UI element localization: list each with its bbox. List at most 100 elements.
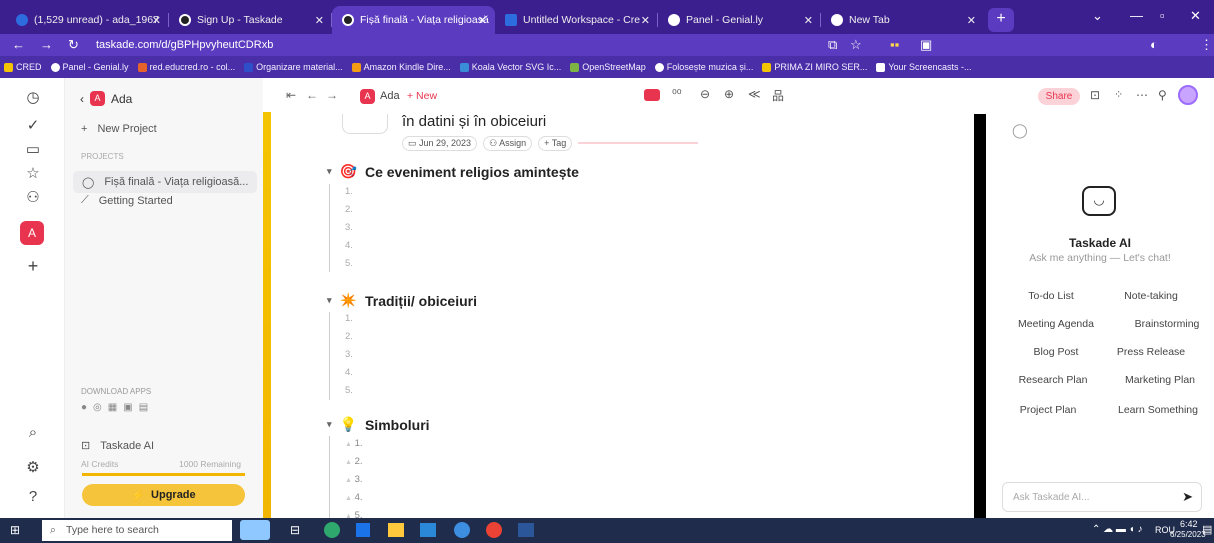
ai-prompt-chip[interactable]: To-do List	[1006, 290, 1096, 302]
collapse-caret-icon[interactable]: ▾	[327, 419, 332, 430]
list-item[interactable]: ▲ 4.	[345, 492, 363, 503]
table-view-icon[interactable]: ⊖	[700, 87, 710, 101]
list-item[interactable]: 1.	[345, 186, 353, 197]
profile-icon[interactable]: ◐	[1150, 37, 1158, 52]
url-input[interactable]: taskade.com/d/gBPHpvyheutCDRxb	[96, 36, 896, 54]
close-tab-icon[interactable]: ✕	[315, 14, 324, 27]
search-icon[interactable]: ⚲	[1158, 88, 1167, 102]
add-workspace-icon[interactable]: +	[24, 256, 42, 277]
close-tab-icon[interactable]: ✕	[478, 14, 487, 27]
menu-dots-icon[interactable]: ⋮	[1200, 37, 1213, 53]
bookmark[interactable]: Your Screencasts -...	[876, 62, 972, 72]
share-button[interactable]: Share	[1038, 88, 1080, 105]
reload-icon[interactable]: ↻	[68, 37, 79, 53]
close-tab-icon[interactable]: ✕	[641, 14, 650, 27]
back-icon[interactable]: ←	[306, 88, 318, 102]
bookmark[interactable]: Amazon Kindle Dire...	[351, 62, 451, 72]
ai-prompt-chip[interactable]: Marketing Plan	[1112, 374, 1208, 386]
list-item[interactable]: 1.	[345, 313, 353, 324]
sidebar-project-item[interactable]: ⟋ Getting Started	[81, 194, 173, 207]
collapse-sidebar-icon[interactable]: ⇤	[286, 88, 296, 102]
assign-button[interactable]: ⚇ Assign	[483, 136, 533, 151]
browser-tab[interactable]: Sign Up - Taskade ✕	[169, 6, 332, 34]
clock-icon[interactable]: ◷	[24, 88, 42, 106]
widgets-icon[interactable]	[240, 520, 270, 540]
forward-icon[interactable]: →	[40, 37, 53, 52]
ai-prompt-chip[interactable]: Research Plan	[1008, 374, 1098, 386]
close-tab-icon[interactable]: ✕	[804, 14, 813, 27]
chat-icon[interactable]: ⊡	[1090, 88, 1100, 102]
install-icon[interactable]: ⧉	[828, 37, 837, 53]
due-date[interactable]: ▭ Jun 29, 2023	[402, 136, 478, 151]
back-icon[interactable]: ←	[12, 37, 25, 52]
filter-icon[interactable]: ⁘	[1114, 88, 1123, 101]
list-item[interactable]: 4.	[345, 367, 353, 378]
list-item[interactable]: 2.	[345, 331, 353, 342]
ai-prompt-chip[interactable]: Project Plan	[1008, 404, 1088, 416]
list-view-icon[interactable]	[644, 89, 660, 101]
avatar[interactable]	[1178, 85, 1198, 105]
collapse-caret-icon[interactable]: ▾	[327, 166, 332, 177]
bookmark[interactable]: Folosește muzica și...	[654, 62, 753, 72]
ai-prompt-chip[interactable]: Meeting Agenda	[1006, 318, 1106, 330]
browser-tab[interactable]: New Tab ✕	[821, 6, 984, 34]
maximize-icon[interactable]: ▫	[1160, 8, 1165, 23]
edge-icon[interactable]	[324, 522, 340, 538]
browser-tab[interactable]: Panel - Genial.ly ✕	[658, 6, 821, 34]
system-tray-icons[interactable]: ⌃ ☁ ▬ ◖ ♪	[1092, 524, 1143, 535]
section-heading[interactable]: ▾ ✴️ Tradiții/ obiceiuri	[327, 292, 477, 309]
check-icon[interactable]: ✓	[24, 116, 42, 134]
list-item[interactable]: 4.	[345, 240, 353, 251]
send-icon[interactable]: ➤	[1182, 489, 1193, 505]
close-tab-icon[interactable]: ✕	[152, 14, 161, 27]
ai-prompt-chip[interactable]: Learn Something	[1106, 404, 1210, 416]
people-icon[interactable]: ⚇	[24, 188, 42, 206]
list-item[interactable]: ▲ 5.	[345, 510, 363, 518]
chevron-left-icon[interactable]: ‹	[80, 92, 84, 106]
workspace-avatar[interactable]: A	[20, 221, 44, 245]
close-tab-icon[interactable]: ✕	[967, 14, 976, 27]
android-icon[interactable]: ◎	[93, 402, 102, 413]
linux-icon[interactable]: ▤	[139, 402, 148, 413]
list-item[interactable]: 5.	[345, 258, 353, 269]
store-icon[interactable]	[356, 523, 370, 537]
workspace-breadcrumb[interactable]: ‹ A Ada	[80, 91, 132, 106]
calendar-icon[interactable]: ▭	[24, 140, 42, 158]
forward-icon[interactable]: →	[326, 88, 338, 102]
list-item[interactable]: ▲ 1.	[345, 438, 363, 449]
settings-icon[interactable]: ⚙	[24, 458, 42, 476]
browser-tab-active[interactable]: Fișă finală - Viața religioasă ✕	[332, 6, 495, 34]
bookmark[interactable]: OpenStreetMap	[570, 62, 646, 72]
list-item[interactable]: 5.	[345, 385, 353, 396]
browser-tab[interactable]: (1,529 unread) - ada_1967 ✕	[6, 6, 169, 34]
extension-icon[interactable]: ▪▪	[890, 37, 899, 52]
ai-prompt-chip[interactable]: Brainstorming	[1122, 318, 1212, 330]
explorer-icon[interactable]	[388, 523, 404, 537]
sidebar-project-item[interactable]: ◯ Fișă finală - Viața religioasă...	[73, 171, 257, 193]
bookmark[interactable]: Organizare material...	[244, 62, 343, 72]
bookmark[interactable]: PRIMA ZI MIRO SER...	[762, 62, 867, 72]
ai-prompt-chip[interactable]: Press Release	[1106, 346, 1196, 358]
document-title[interactable]: în datini și în obiceiuri	[402, 114, 546, 130]
list-item[interactable]: 3.	[345, 222, 353, 233]
minimize-icon[interactable]: —	[1130, 8, 1143, 23]
tab-search-icon[interactable]: ⌄	[1092, 8, 1103, 24]
list-item[interactable]: ▲ 3.	[345, 474, 363, 485]
windows-start-icon[interactable]: ⊞	[10, 523, 20, 537]
project-icon-box[interactable]	[342, 114, 388, 134]
chrome-icon[interactable]	[486, 522, 502, 538]
mindmap-view-icon[interactable]: ≪	[748, 87, 761, 101]
workspace-name[interactable]: Ada	[380, 90, 400, 102]
bookmark[interactable]: red.educred.ro - col...	[137, 62, 235, 72]
mail-icon[interactable]	[420, 523, 436, 537]
more-icon[interactable]: ⋯	[1136, 88, 1148, 102]
word-icon[interactable]	[518, 523, 534, 537]
search-icon[interactable]: ⌕	[24, 424, 42, 441]
list-item[interactable]: 3.	[345, 349, 353, 360]
new-button[interactable]: + New	[407, 90, 437, 102]
apple-icon[interactable]: ●	[81, 402, 87, 413]
bookmark[interactable]: Panel - Genial.ly	[50, 62, 129, 72]
board-view-icon[interactable]: ⁰⁰	[672, 87, 682, 101]
ai-prompt-chip[interactable]: Note-taking	[1106, 290, 1196, 302]
bookmark-star-icon[interactable]: ☆	[850, 37, 862, 53]
